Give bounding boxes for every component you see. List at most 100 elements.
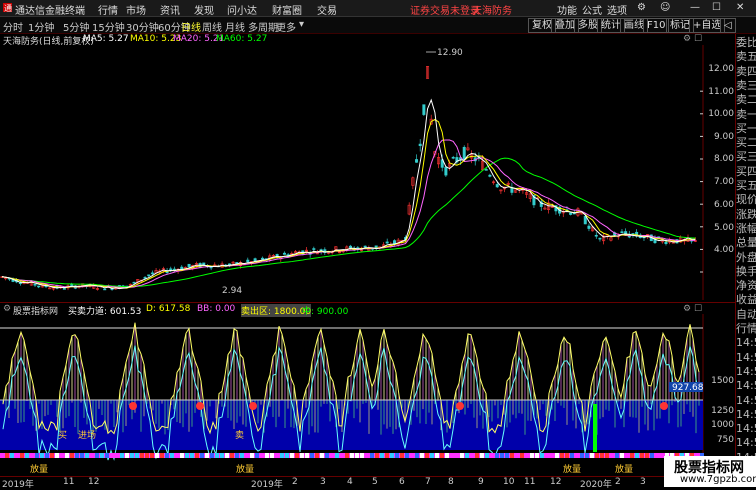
maximize-icon[interactable]: ☐ bbox=[712, 2, 721, 13]
side-panel-item: 收益 bbox=[736, 293, 756, 307]
time-tick: 12 bbox=[550, 477, 562, 487]
side-panel-item: 自动 bbox=[736, 307, 756, 321]
menu-item-quotes[interactable]: 行情 bbox=[98, 2, 118, 17]
period-monthly[interactable]: 月线 bbox=[225, 19, 245, 34]
candle-body bbox=[33, 283, 37, 286]
signal-strip-cell bbox=[630, 453, 634, 458]
indicator-config-icon[interactable]: ⚙ bbox=[683, 304, 691, 314]
signal-strip-cell bbox=[620, 453, 624, 458]
period-timeshare[interactable]: 分时 bbox=[3, 19, 23, 34]
signal-strip-cell bbox=[595, 453, 599, 458]
signal-strip-cell bbox=[385, 453, 389, 458]
signal-strip-cell bbox=[65, 453, 69, 458]
chevron-down-icon[interactable]: ▾ bbox=[299, 19, 304, 30]
quote-side-panel: 委比 卖五 卖四 卖三 卖二 卖一 买一 买二 买三 买四 买五 现价 涨跌 涨幅 总量 外盘 换手 净资 收益 自动… bbox=[735, 34, 756, 487]
signal-strip-cell bbox=[350, 453, 354, 458]
signal-strip-cell bbox=[40, 453, 44, 458]
signal-strip-cell bbox=[130, 453, 134, 458]
candle-body bbox=[18, 282, 22, 284]
user-icon[interactable]: ☺ bbox=[660, 2, 670, 13]
login-notice[interactable]: 证券交易未登录 bbox=[410, 2, 480, 17]
period-15min[interactable]: 15分钟 bbox=[92, 19, 125, 34]
candle-body bbox=[282, 252, 286, 255]
side-panel-item: 卖二 bbox=[736, 93, 756, 107]
side-panel-item: 卖一 bbox=[736, 107, 756, 121]
period-more[interactable]: 更多 bbox=[276, 19, 296, 34]
menu-item-formula[interactable]: 公式 bbox=[582, 2, 602, 17]
signal-strip-cell bbox=[10, 453, 14, 458]
menu-item-function[interactable]: 功能 bbox=[557, 2, 577, 17]
signal-strip-cell bbox=[405, 453, 409, 458]
signal-strip-cell bbox=[410, 453, 414, 458]
candle-body bbox=[495, 184, 499, 188]
signal-strip-cell bbox=[525, 453, 529, 458]
chart-close-icon[interactable]: ☐ bbox=[694, 34, 702, 44]
indicator-close-icon[interactable]: ☐ bbox=[694, 304, 702, 314]
chart-settings-icon[interactable]: ⚙ bbox=[683, 34, 691, 44]
indicator-settings-icon[interactable]: ⚙ bbox=[3, 304, 11, 314]
signal-strip-cell bbox=[315, 453, 319, 458]
entry-label: 进场 bbox=[78, 430, 96, 441]
candle-body bbox=[444, 166, 448, 176]
signal-strip-cell bbox=[555, 453, 559, 458]
indicator-tick: 1250 bbox=[711, 406, 734, 416]
time-tick: 10 bbox=[503, 477, 515, 487]
side-panel-item: 买四 bbox=[736, 164, 756, 178]
signal-strip-cell bbox=[430, 453, 434, 458]
collapse-button[interactable]: ◁ bbox=[720, 18, 736, 33]
period-1min[interactable]: 1分钟 bbox=[28, 19, 54, 34]
menu-item-options[interactable]: 选项 bbox=[607, 2, 627, 17]
signal-strip-cell bbox=[255, 453, 259, 458]
candle-body bbox=[363, 245, 367, 248]
buy-marker: 买 bbox=[58, 430, 67, 441]
signal-strip-cell bbox=[225, 453, 229, 458]
signal-strip-cell bbox=[440, 453, 444, 458]
side-panel-item: 涨幅 bbox=[736, 221, 756, 235]
minimize-icon[interactable]: — bbox=[690, 2, 700, 13]
period-5min[interactable]: 5分钟 bbox=[63, 19, 89, 34]
signal-strip-cell bbox=[110, 453, 114, 458]
signal-strip-cell bbox=[150, 453, 154, 458]
signal-strip-cell bbox=[25, 453, 29, 458]
period-weekly[interactable]: 周线 bbox=[202, 19, 222, 34]
time-tick: 2019年 bbox=[251, 480, 283, 490]
signal-strip-cell bbox=[260, 453, 264, 458]
side-panel-item: 卖五 bbox=[736, 50, 756, 64]
menu-item-wealth[interactable]: 财富圈 bbox=[272, 2, 302, 17]
signal-strip-cell bbox=[200, 453, 204, 458]
menu-item-news[interactable]: 资讯 bbox=[160, 2, 180, 17]
signal-strip-cell bbox=[285, 453, 289, 458]
period-multi[interactable]: 多周期 bbox=[248, 19, 278, 34]
price-tick: 5.00 bbox=[713, 223, 734, 233]
candle-body bbox=[246, 259, 250, 263]
menu-item-market[interactable]: 市场 bbox=[126, 2, 146, 17]
signal-strip-cell bbox=[615, 453, 619, 458]
ma5-label: MA5: 5.27 bbox=[83, 34, 129, 44]
period-30min[interactable]: 30分钟 bbox=[126, 19, 159, 34]
menu-item-ask[interactable]: 问小达 bbox=[227, 2, 257, 17]
signal-strip-cell bbox=[570, 453, 574, 458]
close-icon[interactable]: ✕ bbox=[736, 2, 744, 13]
price-tick: 11.00 bbox=[708, 87, 734, 97]
svg-text:通: 通 bbox=[4, 3, 12, 13]
signal-strip-cell bbox=[250, 453, 254, 458]
side-panel-item: 14:56 bbox=[736, 422, 756, 436]
period-daily[interactable]: 日线 bbox=[181, 19, 201, 34]
candle-body bbox=[385, 241, 389, 244]
signal-strip-cell bbox=[170, 453, 174, 458]
side-panel-item: 卖三 bbox=[736, 78, 756, 92]
app-logo-icon: 通 bbox=[2, 2, 13, 16]
signal-strip-cell bbox=[565, 453, 569, 458]
price-tick: 7.00 bbox=[713, 177, 734, 187]
stock-name: 天海防务 bbox=[472, 6, 512, 17]
signal-strip-cell bbox=[205, 453, 209, 458]
menu-item-discover[interactable]: 发现 bbox=[194, 2, 214, 17]
settings-icon[interactable]: ⚙ bbox=[637, 2, 646, 13]
signal-strip-cell bbox=[380, 453, 384, 458]
signal-strip-cell bbox=[140, 453, 144, 458]
menu-item-trade[interactable]: 交易 bbox=[317, 2, 337, 17]
signal-strip-cell bbox=[460, 453, 464, 458]
candle-body bbox=[202, 262, 206, 266]
signal-marker bbox=[249, 402, 257, 410]
time-tick: 2 bbox=[615, 477, 621, 487]
